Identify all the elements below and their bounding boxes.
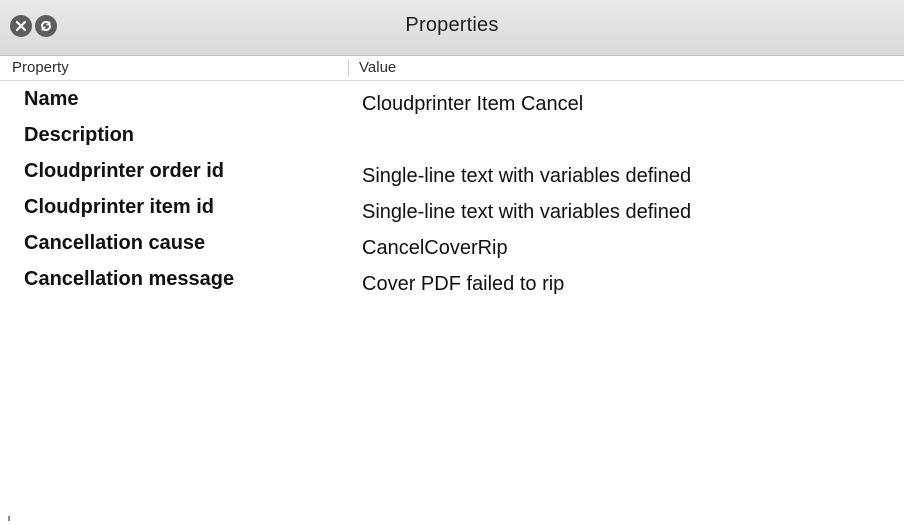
table-row[interactable]: Cancellation cause CancelCoverRip (0, 228, 904, 264)
properties-window: Properties Property Value Name Cloudprin… (0, 0, 904, 525)
column-header-value[interactable]: Value (359, 59, 396, 76)
property-list: Name Cloudprinter Item Cancel Descriptio… (0, 84, 904, 300)
table-row[interactable]: Name Cloudprinter Item Cancel (0, 84, 904, 120)
column-header-row: Property Value (0, 56, 904, 81)
property-value[interactable]: CancelCoverRip (362, 237, 508, 260)
table-row[interactable]: Cancellation message Cover PDF failed to… (0, 264, 904, 300)
property-name: Cancellation message (24, 268, 235, 290)
column-divider[interactable] (348, 59, 349, 77)
property-value[interactable]: Single-line text with variables defined (362, 201, 691, 224)
window-title: Properties (405, 14, 499, 36)
resize-handle[interactable] (8, 516, 10, 521)
title-bar[interactable]: Properties (0, 0, 904, 56)
property-name: Cloudprinter item id (24, 196, 214, 218)
property-value[interactable]: Single-line text with variables defined (362, 165, 691, 188)
property-value[interactable]: Cover PDF failed to rip (362, 273, 564, 296)
property-value[interactable]: Cloudprinter Item Cancel (362, 93, 583, 116)
property-name: Cloudprinter order id (24, 160, 224, 182)
table-row[interactable]: Description (0, 120, 904, 156)
column-header-property[interactable]: Property (12, 59, 69, 76)
property-name: Name (24, 88, 79, 110)
table-row[interactable]: Cloudprinter item id Single-line text wi… (0, 192, 904, 228)
property-name: Description (24, 124, 135, 146)
table-row[interactable]: Cloudprinter order id Single-line text w… (0, 156, 904, 192)
property-name: Cancellation cause (24, 232, 206, 254)
